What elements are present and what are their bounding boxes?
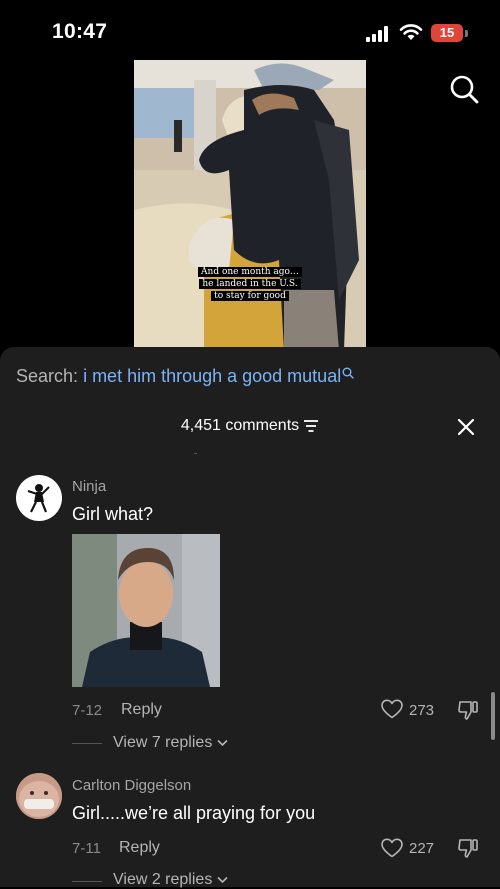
close-icon[interactable] <box>457 418 475 436</box>
search-icon[interactable] <box>449 74 479 104</box>
wifi-icon <box>399 24 423 40</box>
comment-image[interactable] <box>72 534 220 687</box>
heart-icon[interactable] <box>381 699 403 719</box>
reply-button[interactable]: Reply <box>119 839 160 857</box>
search-suggestion[interactable]: Search: i met him through a good mutual <box>16 366 354 387</box>
avatar[interactable] <box>16 773 62 819</box>
comments-panel: Search: i met him through a good mutual … <box>0 347 500 889</box>
view-replies-button[interactable]: View 2 replies <box>113 871 228 889</box>
comment-date: 7-11 <box>72 840 101 857</box>
avatar-image <box>16 773 62 819</box>
comment-count: 4,451 comments <box>180 417 300 434</box>
signal-icon <box>366 26 388 42</box>
divider <box>72 743 102 744</box>
battery-nub <box>465 30 468 37</box>
caption-line: to stay for good <box>211 291 289 301</box>
status-bar: 10:47 15 <box>0 0 500 64</box>
view-replies-button[interactable]: View 7 replies <box>113 734 228 752</box>
video-caption: And one month ago… he landed in the U.S.… <box>134 266 366 302</box>
view-replies-label: View 2 replies <box>113 871 213 888</box>
comment-author[interactable]: Carlton Diggelson <box>72 777 191 794</box>
ninja-icon <box>27 484 50 513</box>
video-scene <box>134 60 366 350</box>
reply-button[interactable]: Reply <box>121 701 162 719</box>
dislike-icon[interactable] <box>457 837 479 859</box>
divider <box>194 453 197 454</box>
avatar[interactable] <box>16 475 62 521</box>
like-count: 273 <box>409 702 435 719</box>
caption-line: And one month ago… <box>198 267 302 277</box>
comment-text: Girl what? <box>72 504 154 524</box>
comment-date: 7-12 <box>72 702 103 719</box>
comment-text: Girl.....we’re all praying for you <box>72 803 316 823</box>
comments-header: 4,451 comments <box>0 417 500 435</box>
view-replies-label: View 7 replies <box>113 734 213 751</box>
caption-line: he landed in the U.S. <box>199 279 301 289</box>
heart-icon[interactable] <box>381 838 403 858</box>
search-query[interactable]: i met him through a good mutual <box>83 366 341 386</box>
chevron-down-icon <box>217 739 228 747</box>
divider <box>72 881 102 882</box>
battery-icon: 15 <box>431 24 463 42</box>
dislike-icon[interactable] <box>457 699 479 721</box>
search-label: Search: <box>16 366 79 386</box>
like-count: 227 <box>409 840 435 857</box>
video-frame[interactable]: And one month ago… he landed in the U.S.… <box>134 60 366 350</box>
filter-icon[interactable] <box>303 419 319 433</box>
portrait-image <box>72 534 220 687</box>
status-time: 10:47 <box>52 20 108 43</box>
chevron-down-icon <box>217 876 228 884</box>
scrollbar[interactable] <box>491 692 495 740</box>
comment-author[interactable]: Ninja <box>72 478 106 495</box>
search-icon <box>342 367 354 379</box>
